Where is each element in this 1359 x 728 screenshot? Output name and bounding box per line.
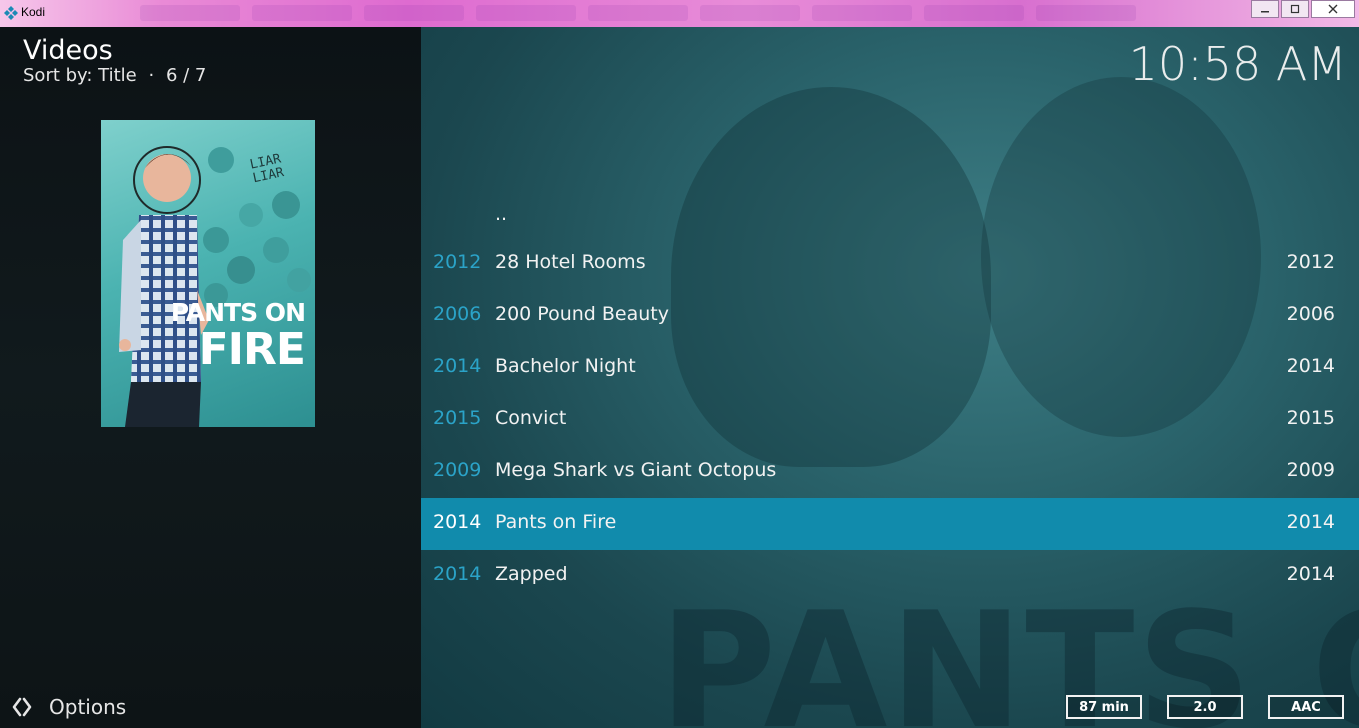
options-button[interactable]: Options <box>11 695 126 719</box>
options-label: Options <box>49 695 127 719</box>
list-item[interactable]: 2015 Convict 2015 <box>421 394 1359 446</box>
close-icon <box>1328 4 1338 14</box>
clock: 10:58 AM <box>1128 37 1347 91</box>
list-item-label2: 2012 <box>1286 251 1335 273</box>
options-icon <box>12 697 32 717</box>
list-item[interactable]: 2014 Zapped 2014 <box>421 550 1359 602</box>
list-item-title: .. <box>495 203 508 225</box>
list-item-label2: 2009 <box>1286 459 1335 481</box>
list-item-year: 2014 <box>433 511 482 533</box>
list-item-parent-folder[interactable]: .. <box>421 190 1359 238</box>
maximize-button[interactable] <box>1281 0 1309 18</box>
list-item[interactable]: 2012 28 Hotel Rooms 2012 <box>421 238 1359 290</box>
background-browser-tabs <box>140 5 1240 23</box>
poster-title-line1: PANTS ON <box>170 298 306 327</box>
list-item-title: Convict <box>495 407 567 429</box>
video-list: .. 2012 28 Hotel Rooms 2012 2006 200 Pou… <box>421 190 1359 602</box>
list-item-selected[interactable]: 2014 Pants on Fire 2014 <box>421 498 1359 550</box>
minimize-icon <box>1261 11 1269 13</box>
audio-codec-badge: AAC <box>1268 695 1344 719</box>
list-item-year: 2014 <box>433 563 482 585</box>
audio-channels-badge: 2.0 <box>1167 695 1243 719</box>
list-panel: PANTS ON 10:58 AM .. 2012 28 Hotel Rooms… <box>421 27 1359 728</box>
list-item-label2: 2014 <box>1286 511 1335 533</box>
list-item-title: 28 Hotel Rooms <box>495 251 646 273</box>
list-item-year: 2006 <box>433 303 482 325</box>
page-title: Videos <box>23 35 113 66</box>
movie-poster: LIAR LIAR PANTS ON FIRE <box>101 120 315 427</box>
list-item-title: 200 Pound Beauty <box>495 303 669 325</box>
list-item[interactable]: 2009 Mega Shark vs Giant Octopus 2009 <box>421 446 1359 498</box>
media-flags: 87 min 2.0 AAC <box>1066 695 1344 719</box>
list-item-label2: 2014 <box>1286 563 1335 585</box>
window-title: Kodi <box>21 5 46 19</box>
list-item-label2: 2006 <box>1286 303 1335 325</box>
poster-title-line2: FIRE <box>198 324 306 375</box>
list-item-title: Pants on Fire <box>495 511 617 533</box>
list-item-year: 2015 <box>433 407 482 429</box>
minimize-button[interactable] <box>1251 0 1279 18</box>
item-position: 6 / 7 <box>165 65 207 86</box>
list-item[interactable]: 2006 200 Pound Beauty 2006 <box>421 290 1359 342</box>
list-item-year: 2009 <box>433 459 482 481</box>
list-item-title: Zapped <box>495 563 568 585</box>
window-controls <box>1249 0 1355 18</box>
sort-info: Sort by: Title · 6 / 7 <box>23 65 206 86</box>
list-item-title: Mega Shark vs Giant Octopus <box>495 459 777 481</box>
maximize-icon <box>1290 4 1300 14</box>
close-button[interactable] <box>1311 0 1355 18</box>
window-titlebar: Kodi <box>0 0 1359 27</box>
info-panel: Videos Sort by: Title · 6 / 7 LIAR LIAR … <box>0 27 421 728</box>
list-item-title: Bachelor Night <box>495 355 636 377</box>
list-item-year: 2012 <box>433 251 482 273</box>
list-item-label2: 2015 <box>1286 407 1335 429</box>
sort-label[interactable]: Sort by: Title <box>23 65 137 86</box>
list-item-label2: 2014 <box>1286 355 1335 377</box>
sort-separator: · <box>148 65 155 86</box>
kodi-logo-icon <box>4 6 18 20</box>
list-item[interactable]: 2014 Bachelor Night 2014 <box>421 342 1359 394</box>
runtime-badge: 87 min <box>1066 695 1142 719</box>
list-item-year: 2014 <box>433 355 482 377</box>
